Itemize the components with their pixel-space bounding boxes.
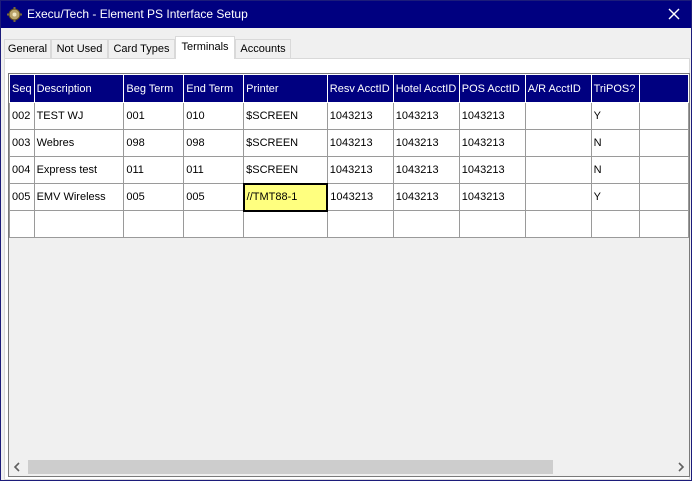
table-cell[interactable] xyxy=(638,210,689,238)
column-header-extra[interactable] xyxy=(638,74,689,103)
tab-label: Terminals xyxy=(181,41,229,53)
table-cell[interactable]: //TMT88-1 xyxy=(242,182,329,212)
table-cell[interactable]: N xyxy=(590,156,640,184)
table-cell[interactable]: Webres xyxy=(33,129,125,157)
scroll-left-button[interactable] xyxy=(9,458,26,476)
chevron-left-icon xyxy=(13,462,20,472)
table-cell[interactable]: 001 xyxy=(123,102,185,130)
table-cell[interactable]: Express test xyxy=(33,156,125,184)
table-cell[interactable]: 1043213 xyxy=(458,156,526,184)
table-cell[interactable]: 011 xyxy=(123,156,185,184)
table-cell[interactable]: 011 xyxy=(183,156,245,184)
chevron-right-icon xyxy=(678,462,685,472)
table-cell[interactable]: 1043213 xyxy=(458,102,526,130)
tab-label: General xyxy=(7,43,48,55)
table-cell[interactable] xyxy=(524,210,592,238)
table-cell[interactable]: 003 xyxy=(9,129,35,157)
table-cell[interactable] xyxy=(392,210,460,238)
table-cell[interactable]: 005 xyxy=(123,183,185,211)
table-cell[interactable]: 1043213 xyxy=(326,129,394,157)
table-cell[interactable] xyxy=(524,183,592,211)
table-cell[interactable]: 1043213 xyxy=(458,129,526,157)
tab-general[interactable]: General xyxy=(4,39,51,58)
table-cell[interactable] xyxy=(123,210,185,238)
tab-label: Not Used xyxy=(56,43,103,55)
table-cell[interactable] xyxy=(524,156,592,184)
table-cell[interactable]: $SCREEN xyxy=(243,129,328,157)
close-button[interactable] xyxy=(657,1,691,28)
table-cell[interactable] xyxy=(590,210,640,238)
client-area: General Not Used Card Types Terminals Ac… xyxy=(2,29,690,480)
table-cell[interactable]: 005 xyxy=(9,183,35,211)
table-cell[interactable] xyxy=(326,210,394,238)
table-cell[interactable]: 1043213 xyxy=(458,183,526,211)
column-header-end-term[interactable]: End Term xyxy=(183,74,245,103)
table-cell[interactable]: EMV Wireless xyxy=(33,183,125,211)
table-cell[interactable]: 1043213 xyxy=(392,102,460,130)
tab-strip: General Not Used Card Types Terminals Ac… xyxy=(4,36,690,59)
table-cell[interactable]: 1043213 xyxy=(326,156,394,184)
column-header-resv-acctid[interactable]: Resv AcctID xyxy=(326,74,394,103)
close-icon xyxy=(668,8,680,20)
table-cell[interactable]: $SCREEN xyxy=(243,156,328,184)
tab-not-used[interactable]: Not Used xyxy=(51,39,108,58)
table-row[interactable]: 005 EMV Wireless 005 005//TMT88-1 1043213 104… xyxy=(9,182,689,212)
table-cell[interactable]: 004 xyxy=(9,156,35,184)
table-header-row: Seq Description Beg Term End Term Printe… xyxy=(9,74,689,103)
app-gear-icon xyxy=(7,7,22,22)
table-cell[interactable]: TEST WJ xyxy=(33,102,125,130)
table-cell[interactable] xyxy=(458,210,526,238)
table-cell[interactable] xyxy=(524,129,592,157)
table-cell[interactable] xyxy=(638,183,689,211)
terminals-grid[interactable]: Seq Description Beg Term End Term Printe… xyxy=(8,73,690,477)
terminals-table: Seq Description Beg Term End Term Printe… xyxy=(9,74,689,238)
table-cell[interactable]: 010 xyxy=(183,102,245,130)
table-row[interactable] xyxy=(9,210,689,238)
table-cell[interactable] xyxy=(638,156,689,184)
table-cell[interactable]: 098 xyxy=(123,129,185,157)
table-cell[interactable]: 002 xyxy=(9,102,35,130)
table-row[interactable]: 003 Webres 098 098 $SCREEN 1043213 1043213 1043… xyxy=(9,129,689,157)
column-header-printer[interactable]: Printer xyxy=(243,74,328,103)
column-header-hotel-acctid[interactable]: Hotel AcctID xyxy=(392,74,460,103)
table-cell[interactable]: 1043213 xyxy=(326,102,394,130)
column-header-pos-acctid[interactable]: POS AcctID xyxy=(458,74,526,103)
tab-label: Accounts xyxy=(240,43,286,55)
tab-card-types[interactable]: Card Types xyxy=(108,39,175,58)
table-cell[interactable] xyxy=(524,102,592,130)
table-cell[interactable] xyxy=(33,210,125,238)
table-cell[interactable] xyxy=(9,210,35,238)
table-cell[interactable] xyxy=(243,210,328,238)
table-cell[interactable] xyxy=(638,102,689,130)
tab-terminals[interactable]: Terminals xyxy=(175,36,235,59)
column-header-ar-acctid[interactable]: A/R AcctID xyxy=(524,74,592,103)
column-header-seq[interactable]: Seq xyxy=(9,74,35,103)
table-cell[interactable]: 1043213 xyxy=(392,156,460,184)
column-header-beg-term[interactable]: Beg Term xyxy=(123,74,185,103)
table-cell[interactable]: Y xyxy=(590,183,640,211)
tab-label: Card Types xyxy=(113,43,170,55)
main-window: Execu/Tech - Element PS Interface Setup … xyxy=(0,0,692,481)
scroll-thumb[interactable] xyxy=(28,460,553,474)
tab-accounts[interactable]: Accounts xyxy=(235,39,291,58)
table-cell[interactable] xyxy=(183,210,245,238)
table-cell[interactable]: 1043213 xyxy=(392,129,460,157)
terminals-panel: Seq Description Beg Term End Term Printe… xyxy=(4,58,690,480)
table-cell[interactable] xyxy=(638,129,689,157)
column-header-tripos[interactable]: TriPOS? xyxy=(590,74,640,103)
table-cell[interactable]: N xyxy=(590,129,640,157)
horizontal-scrollbar[interactable] xyxy=(9,458,689,476)
table-cell[interactable]: 098 xyxy=(183,129,245,157)
table-row[interactable]: 004 Express test 011 011 $SCREEN 1043213 10432… xyxy=(9,156,689,184)
scroll-right-button[interactable] xyxy=(672,458,689,476)
table-cell[interactable]: 1043213 xyxy=(326,183,394,211)
column-header-description[interactable]: Description xyxy=(33,74,125,103)
table-row[interactable]: 002 TEST WJ 001 010 $SCREEN 1043213 1043213 104… xyxy=(9,102,689,130)
table-cell[interactable]: Y xyxy=(590,102,640,130)
table-cell[interactable]: 005 xyxy=(183,183,245,211)
table-cell[interactable]: $SCREEN xyxy=(243,102,328,130)
title-bar[interactable]: Execu/Tech - Element PS Interface Setup xyxy=(1,1,691,28)
window-title: Execu/Tech - Element PS Interface Setup xyxy=(27,7,248,21)
table-cell[interactable]: 1043213 xyxy=(392,183,460,211)
